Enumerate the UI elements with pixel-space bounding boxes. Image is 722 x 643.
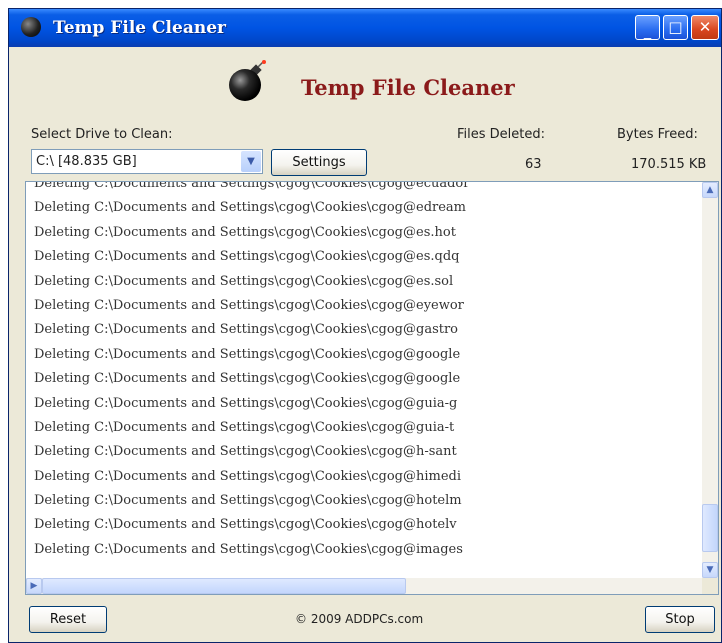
drive-label: Select Drive to Clean: <box>31 127 173 142</box>
files-deleted-value: 63 <box>525 157 542 172</box>
scroll-up-icon[interactable]: ▲ <box>702 182 718 198</box>
log-line: Deleting C:\Documents and Settings\cgog\… <box>34 541 463 557</box>
horizontal-scrollbar[interactable]: ◀ ▶ <box>26 578 702 594</box>
log-line: Deleting C:\Documents and Settings\cgog\… <box>34 181 470 191</box>
log-lines: Deleting C:\Documents and Settings\cgog\… <box>34 181 694 562</box>
copyright-text: © 2009 ADDPCs.com <box>295 612 424 626</box>
app-window: Temp File Cleaner _ □ ✕ Temp File Cleane… <box>8 8 722 643</box>
scroll-corner <box>702 578 718 594</box>
close-icon: ✕ <box>698 18 712 36</box>
vertical-scrollbar[interactable]: ▲ ▼ <box>702 182 718 578</box>
log-line: Deleting C:\Documents and Settings\cgog\… <box>34 468 462 484</box>
log-line: Deleting C:\Documents and Settings\cgog\… <box>34 444 457 460</box>
log-line: Deleting C:\Documents and Settings\cgog\… <box>34 273 454 289</box>
stop-button[interactable]: Stop <box>645 606 715 633</box>
files-deleted-label: Files Deleted: <box>457 127 546 142</box>
log-line: Deleting C:\Documents and Settings\cgog\… <box>34 322 459 338</box>
log-line: Deleting C:\Documents and Settings\cgog\… <box>34 224 456 240</box>
close-button[interactable]: ✕ <box>691 15 719 40</box>
bytes-freed-value: 170.515 KB <box>631 157 707 172</box>
vertical-scroll-thumb[interactable] <box>702 504 718 552</box>
chevron-down-icon[interactable]: ▼ <box>241 151 261 172</box>
log-line: Deleting C:\Documents and Settings\cgog\… <box>34 419 455 435</box>
log-line: Deleting C:\Documents and Settings\cgog\… <box>34 249 460 265</box>
horizontal-scroll-thumb[interactable] <box>42 578 406 594</box>
minimize-button[interactable]: _ <box>635 15 660 40</box>
app-heading: Temp File Cleaner <box>301 75 515 100</box>
reset-button[interactable]: Reset <box>29 606 107 633</box>
minimize-icon: _ <box>643 22 652 40</box>
bomb-icon <box>21 17 41 37</box>
log-line: Deleting C:\Documents and Settings\cgog\… <box>34 200 466 216</box>
title-bar[interactable]: Temp File Cleaner _ □ ✕ <box>9 9 721 47</box>
log-line: Deleting C:\Documents and Settings\cgog\… <box>34 395 458 411</box>
scroll-down-icon[interactable]: ▼ <box>702 562 718 578</box>
maximize-button[interactable]: □ <box>663 15 688 40</box>
bomb-icon <box>229 60 266 101</box>
settings-button[interactable]: Settings <box>271 149 367 176</box>
log-line: Deleting C:\Documents and Settings\cgog\… <box>34 371 461 387</box>
log-line: Deleting C:\Documents and Settings\cgog\… <box>34 517 457 533</box>
drive-select[interactable]: C:\ [48.835 GB] ▼ <box>31 149 263 174</box>
window-title: Temp File Cleaner <box>53 18 226 38</box>
log-line: Deleting C:\Documents and Settings\cgog\… <box>34 346 461 362</box>
log-line: Deleting C:\Documents and Settings\cgog\… <box>34 297 464 313</box>
maximize-icon: □ <box>668 18 683 36</box>
log-line: Deleting C:\Documents and Settings\cgog\… <box>34 493 462 509</box>
scroll-right-icon[interactable]: ▶ <box>26 578 42 594</box>
deletion-log[interactable]: Deleting C:\Documents and Settings\cgog\… <box>25 181 719 595</box>
bytes-freed-label: Bytes Freed: <box>617 127 698 142</box>
drive-select-value: C:\ [48.835 GB] <box>36 154 137 169</box>
